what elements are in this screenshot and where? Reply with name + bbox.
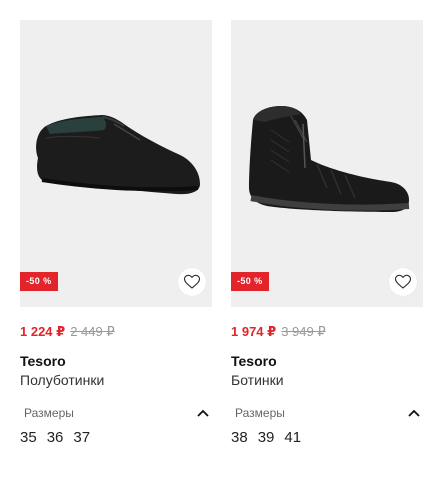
high-top-boot-icon: [249, 106, 410, 212]
heart-icon: [394, 274, 412, 289]
price-old: 3 949 ₽: [281, 324, 326, 339]
sizes-label: Размеры: [24, 406, 74, 420]
product-photo[interactable]: -50 %: [231, 20, 423, 307]
size-option[interactable]: 38: [231, 429, 248, 446]
product-card[interactable]: -50 % 1 224 ₽ 2 449 ₽ Tesoro Полуботинки…: [20, 20, 212, 446]
price-current: 1 974 ₽: [231, 324, 277, 339]
product-card[interactable]: -50 % 1 974 ₽ 3 949 ₽ Tesoro Ботинки Раз…: [231, 20, 423, 446]
size-option[interactable]: 37: [73, 429, 90, 446]
product-model[interactable]: Полуботинки: [20, 372, 212, 388]
price-block: 1 224 ₽ 2 449 ₽: [20, 323, 212, 341]
product-brand[interactable]: Tesoro: [231, 353, 423, 369]
price-block: 1 974 ₽ 3 949 ₽: [231, 323, 423, 341]
favorite-button[interactable]: [178, 268, 206, 296]
product-brand[interactable]: Tesoro: [20, 353, 212, 369]
size-option[interactable]: 39: [258, 429, 275, 446]
sizes-toggle[interactable]: Размеры: [20, 406, 212, 420]
discount-badge: -50 %: [20, 272, 58, 291]
sizes-toggle[interactable]: Размеры: [231, 406, 423, 420]
size-option[interactable]: 41: [284, 429, 301, 446]
price-current: 1 224 ₽: [20, 324, 66, 339]
chevron-up-icon[interactable]: [196, 406, 210, 420]
product-model[interactable]: Ботинки: [231, 372, 423, 388]
size-option[interactable]: 36: [47, 429, 64, 446]
discount-badge: -50 %: [231, 272, 269, 291]
chevron-up-icon[interactable]: [407, 406, 421, 420]
size-option[interactable]: 35: [20, 429, 37, 446]
size-list: 35 36 37: [20, 429, 212, 446]
product-photo[interactable]: -50 %: [20, 20, 212, 307]
price-old: 2 449 ₽: [70, 324, 115, 339]
sizes-label: Размеры: [235, 406, 285, 420]
heart-icon: [183, 274, 201, 289]
favorite-button[interactable]: [389, 268, 417, 296]
size-list: 38 39 41: [231, 429, 423, 446]
loafer-shoe-icon: [36, 115, 200, 195]
